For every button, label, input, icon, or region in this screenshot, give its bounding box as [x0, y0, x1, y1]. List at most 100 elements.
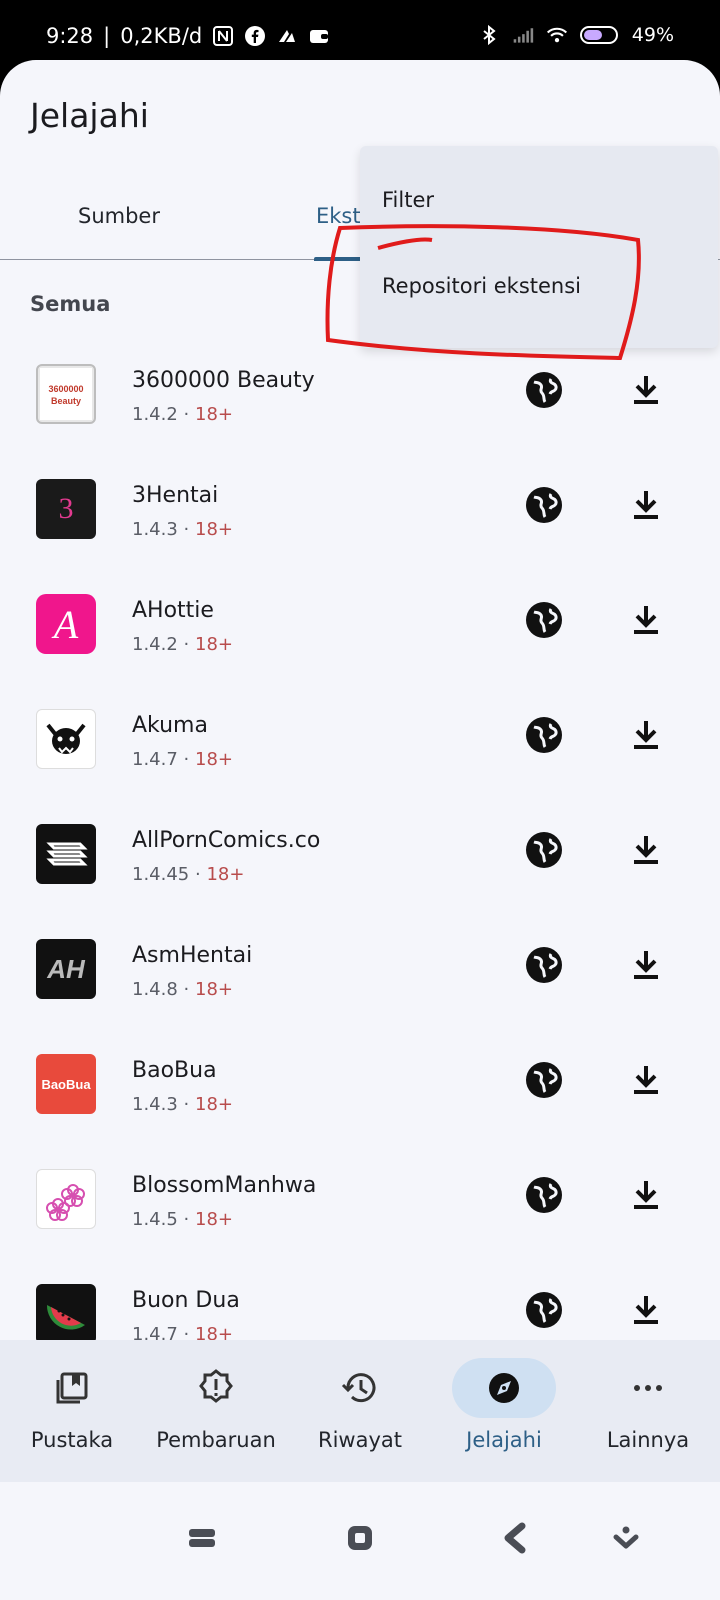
- list-item[interactable]: 3 3Hentai 1.4.3 · 18+: [0, 465, 720, 580]
- list-item[interactable]: 3600000 Beauty 3600000 Beauty 1.4.2 · 18+: [0, 350, 720, 465]
- extension-logo: [36, 824, 96, 884]
- svg-text:Beauty: Beauty: [51, 396, 81, 406]
- download-icon[interactable]: [628, 1062, 664, 1098]
- home-icon[interactable]: [344, 1522, 376, 1554]
- updates-icon: [199, 1369, 233, 1403]
- nav-label: Pembaruan: [156, 1428, 276, 1452]
- nav-label: Riwayat: [318, 1428, 402, 1452]
- list-item[interactable]: AllPornComics.co 1.4.45 · 18+: [0, 810, 720, 925]
- globe-icon[interactable]: [524, 370, 564, 410]
- extension-logo: A: [36, 594, 96, 654]
- extension-logo: [36, 1284, 96, 1344]
- bluetooth-icon: [483, 24, 496, 46]
- list-item[interactable]: Akuma 1.4.7 · 18+: [0, 695, 720, 810]
- extension-name: 3600000 Beauty: [132, 368, 315, 393]
- extension-logo: [36, 709, 96, 769]
- extension-meta: 1.4.5 · 18+: [132, 1209, 234, 1230]
- recents-icon[interactable]: [186, 1522, 218, 1554]
- tab-extensions[interactable]: Ekst: [316, 204, 361, 228]
- extension-name: BlossomManhwa: [132, 1173, 317, 1198]
- extension-meta: 1.4.7 · 18+: [132, 749, 234, 770]
- download-icon[interactable]: [628, 1177, 664, 1213]
- nav-item-library[interactable]: Pustaka: [0, 1340, 144, 1482]
- list-item[interactable]: BaoBua BaoBua 1.4.3 · 18+: [0, 1040, 720, 1155]
- nav-item-explore[interactable]: Jelajahi: [432, 1340, 576, 1482]
- bottom-navigation: Pustaka Pembaruan Riwayat Jelajahi Lainn…: [0, 1340, 720, 1482]
- globe-icon[interactable]: [524, 830, 564, 870]
- nsfw-badge: 18+: [195, 1094, 234, 1115]
- nsfw-badge: 18+: [195, 519, 234, 540]
- extension-meta: 1.4.3 · 18+: [132, 519, 234, 540]
- nsfw-badge: 18+: [195, 749, 234, 770]
- nav-label: Pustaka: [30, 1428, 114, 1452]
- 3hentai-logo-icon: 3: [58, 492, 74, 525]
- menu-item-filter[interactable]: Filter: [382, 188, 434, 212]
- nav-label: Jelajahi: [466, 1428, 542, 1452]
- globe-icon[interactable]: [524, 600, 564, 640]
- download-icon[interactable]: [628, 602, 664, 638]
- globe-icon[interactable]: [524, 485, 564, 525]
- extension-logo: BaoBua: [36, 1054, 96, 1114]
- download-icon[interactable]: [628, 947, 664, 983]
- blossom-logo-icon: [46, 1184, 85, 1221]
- facebook-icon: [245, 26, 266, 46]
- page-title: Jelajahi: [30, 96, 149, 135]
- baobua-logo-icon: BaoBua: [41, 1076, 91, 1092]
- extension-meta: 1.4.2 · 18+: [132, 634, 234, 655]
- nsfw-badge: 18+: [195, 1209, 234, 1230]
- beauty-logo-icon: 3600000 Beauty: [40, 368, 92, 420]
- globe-icon[interactable]: [524, 1290, 564, 1330]
- asmhentai-logo-icon: AH: [47, 953, 85, 984]
- wallet-icon: [310, 30, 329, 43]
- extension-name: AHottie: [132, 598, 214, 623]
- extension-logo: AH: [36, 939, 96, 999]
- app-screen: Jelajahi Sumber Ekst Semua 3600000 Beauty…: [0, 60, 720, 1600]
- download-icon[interactable]: [628, 832, 664, 868]
- akuma-logo-icon: [46, 723, 86, 754]
- nsfw-badge: 18+: [195, 404, 234, 425]
- extension-meta: 1.4.3 · 18+: [132, 1094, 234, 1115]
- watermelon-logo-icon: [46, 1305, 85, 1330]
- extension-meta: 1.4.8 · 18+: [132, 979, 234, 1000]
- download-icon[interactable]: [628, 1292, 664, 1328]
- wifi-icon: [546, 27, 567, 43]
- status-time: 9:28: [46, 24, 94, 48]
- section-header-all: Semua: [30, 292, 111, 316]
- globe-icon[interactable]: [524, 1060, 564, 1100]
- battery-icon: [579, 26, 618, 44]
- globe-icon[interactable]: [524, 945, 564, 985]
- download-icon[interactable]: [628, 487, 664, 523]
- download-icon[interactable]: [628, 717, 664, 753]
- nav-label: Lainnya: [606, 1428, 690, 1452]
- nav-item-history[interactable]: Riwayat: [288, 1340, 432, 1482]
- extension-name: BaoBua: [132, 1058, 217, 1083]
- extension-name: Akuma: [132, 713, 208, 738]
- extension-name: AllPornComics.co: [132, 828, 321, 853]
- globe-icon[interactable]: [524, 1175, 564, 1215]
- more-icon: [634, 1385, 662, 1391]
- nsfw-badge: 18+: [195, 979, 234, 1000]
- list-item[interactable]: AH AsmHentai 1.4.8 · 18+: [0, 925, 720, 1040]
- menu-item-extension-repos[interactable]: Repositori ekstensi: [382, 274, 581, 298]
- overflow-menu: Filter Repositori ekstensi: [360, 146, 718, 348]
- books-logo-icon: [46, 842, 88, 866]
- download-icon[interactable]: [628, 372, 664, 408]
- app-notification-icon: [279, 30, 296, 42]
- nsfw-badge: 18+: [206, 864, 245, 885]
- nav-item-more[interactable]: Lainnya: [576, 1340, 720, 1482]
- battery-level: 49%: [631, 24, 674, 46]
- nav-item-updates[interactable]: Pembaruan: [144, 1340, 288, 1482]
- tab-sources[interactable]: Sumber: [78, 204, 160, 228]
- extension-logo: 3: [36, 479, 96, 539]
- list-item[interactable]: A AHottie 1.4.2 · 18+: [0, 580, 720, 695]
- explore-icon: [489, 1373, 519, 1403]
- list-item[interactable]: BlossomManhwa 1.4.5 · 18+: [0, 1155, 720, 1270]
- nsfw-badge: 18+: [195, 634, 234, 655]
- assist-icon[interactable]: [610, 1522, 642, 1554]
- status-network-speed: 0,2KB/d: [120, 24, 203, 48]
- globe-icon[interactable]: [524, 715, 564, 755]
- back-icon[interactable]: [500, 1522, 532, 1554]
- library-icon: [56, 1372, 88, 1404]
- extension-meta: 1.4.45 · 18+: [132, 864, 245, 885]
- extension-name: AsmHentai: [132, 943, 253, 968]
